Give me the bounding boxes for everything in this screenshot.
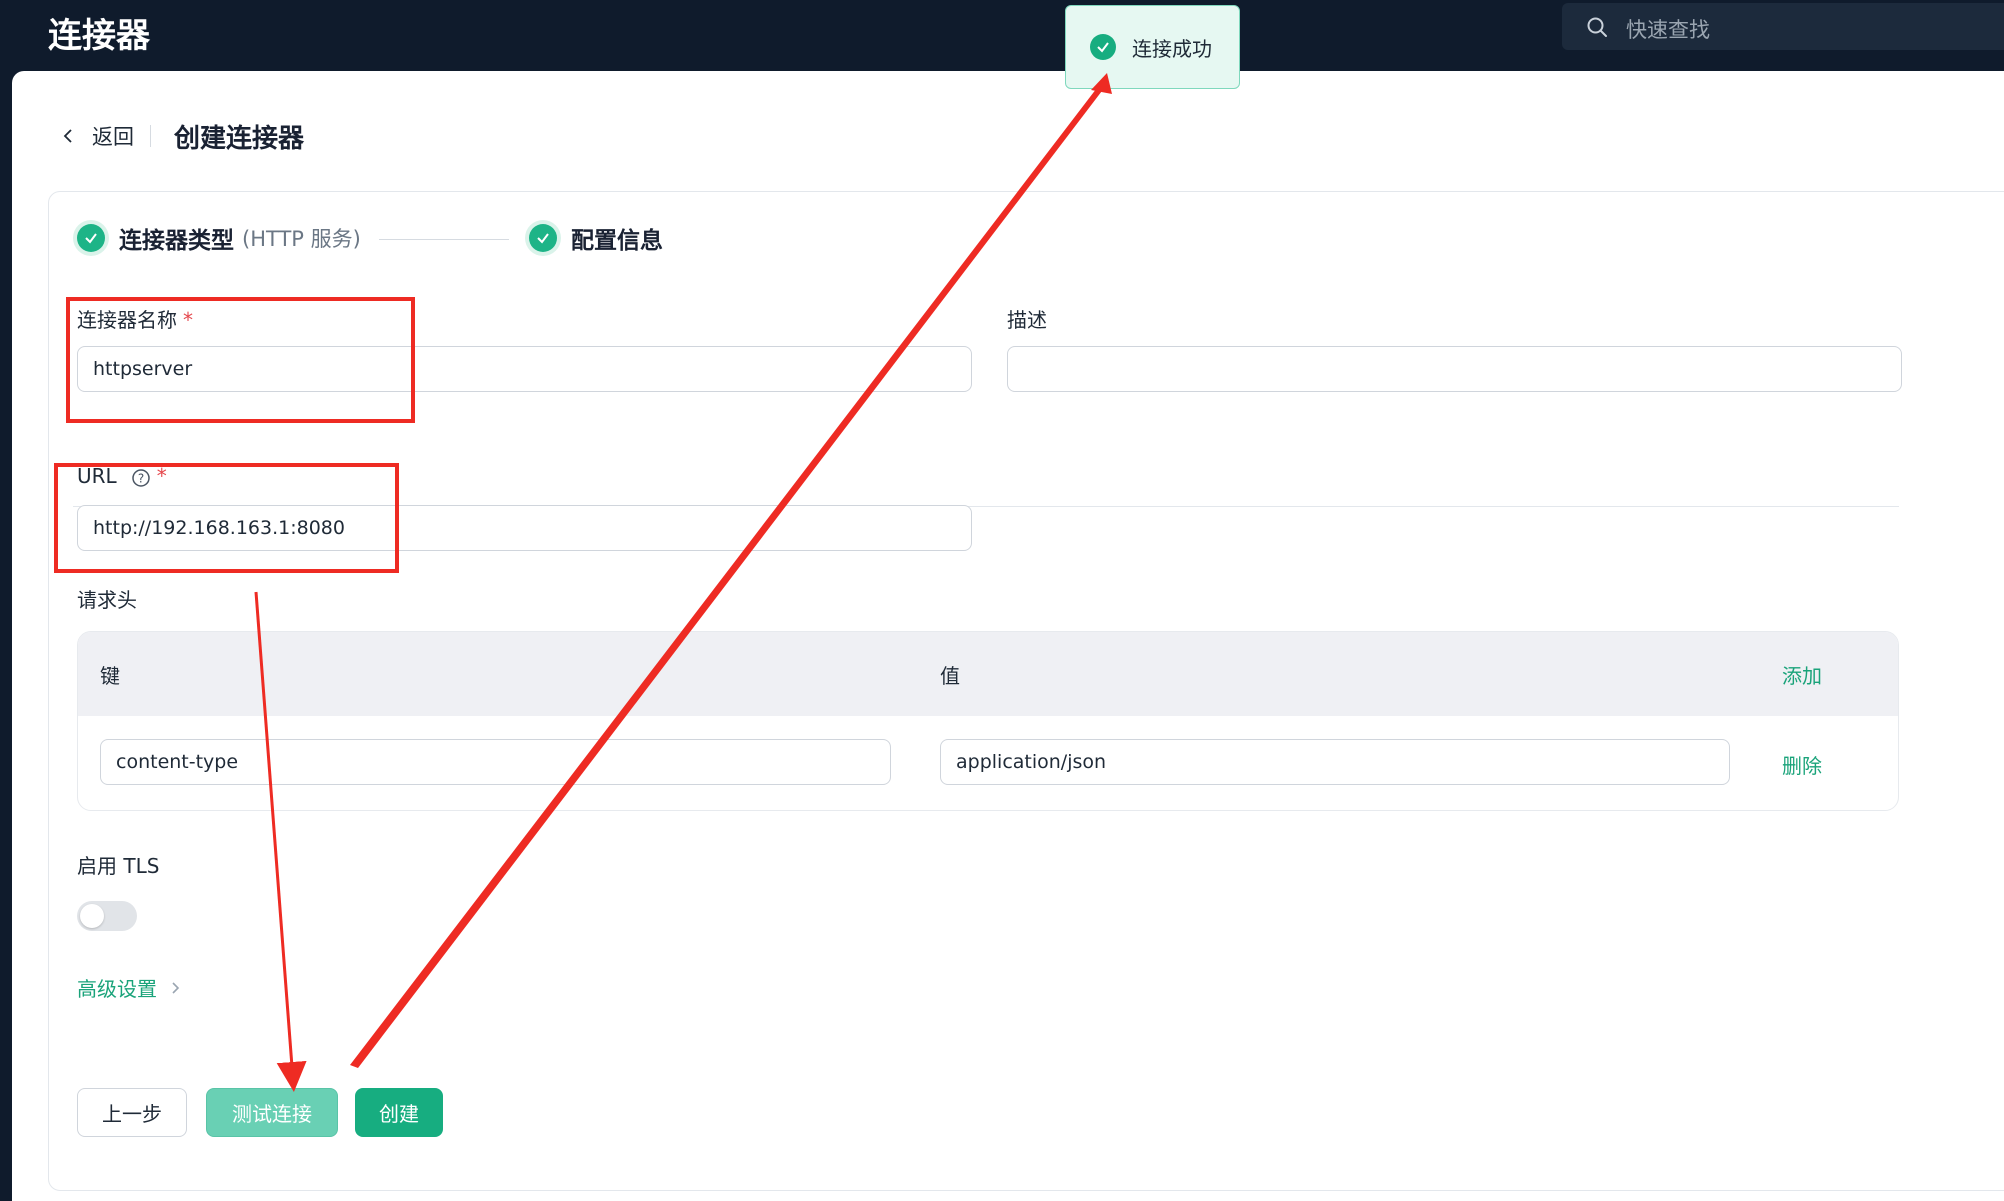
check-icon (85, 233, 97, 244)
advanced-settings-link[interactable]: 高级设置 (77, 973, 187, 1002)
step-done-indicator (73, 220, 109, 256)
check-icon (1097, 42, 1109, 53)
header-value-field[interactable]: application/json (940, 739, 1730, 785)
description-field[interactable] (1007, 346, 1902, 392)
step-connector-line (379, 239, 509, 240)
main-panel: 返回 创建连接器 连接器类型 (HTTP 服务) 配置信息 连接器名称 * ht… (12, 71, 2004, 1201)
step-connector-type: 连接器类型 (HTTP 服务) (73, 220, 361, 256)
chevron-right-icon (172, 981, 180, 994)
page-title: 创建连接器 (174, 124, 305, 154)
test-connection-button[interactable]: 测试连接 (206, 1088, 338, 1137)
header-key-field[interactable]: content-type (100, 739, 891, 785)
value-column-header: 值 (940, 664, 960, 688)
success-check-icon (1090, 34, 1116, 60)
check-icon (537, 233, 549, 244)
tls-toggle[interactable] (77, 901, 137, 931)
tls-label: 启用 TLS (77, 854, 160, 878)
quick-search[interactable]: 快速查找 (1562, 3, 2004, 50)
title-divider (150, 125, 151, 147)
headers-label: 请求头 (77, 588, 137, 612)
step-label: 配置信息 (571, 228, 663, 254)
previous-step-button[interactable]: 上一步 (77, 1088, 187, 1137)
step-done-indicator (525, 220, 561, 256)
advanced-settings-label: 高级设置 (77, 977, 157, 1001)
toggle-knob (80, 904, 104, 928)
search-placeholder: 快速查找 (1626, 18, 1710, 42)
create-button[interactable]: 创建 (355, 1088, 443, 1137)
annotation-box-url (54, 463, 399, 573)
step-label: 连接器类型 (119, 228, 234, 254)
description-label: 描述 (1007, 308, 1047, 332)
delete-header-link[interactable]: 删除 (1782, 750, 1822, 779)
back-label: 返回 (92, 125, 134, 149)
headers-table: 键 值 添加 content-type application/json 删除 (77, 631, 1899, 811)
headers-table-head: 键 值 添加 (78, 632, 1898, 716)
back-button[interactable]: 返回 (62, 121, 134, 151)
annotation-box-name (66, 297, 415, 423)
step-sublabel: (HTTP 服务) (242, 227, 361, 251)
success-toast: 连接成功 (1065, 5, 1240, 89)
key-column-header: 键 (100, 664, 120, 688)
search-icon (1587, 17, 1607, 37)
top-header: 连接器 快速查找 (0, 0, 2004, 72)
step-config-info: 配置信息 (525, 220, 663, 256)
chevron-left-icon (63, 129, 72, 143)
add-header-link[interactable]: 添加 (1782, 660, 1822, 689)
toast-message: 连接成功 (1132, 36, 1212, 61)
app-title: 连接器 (48, 16, 150, 56)
